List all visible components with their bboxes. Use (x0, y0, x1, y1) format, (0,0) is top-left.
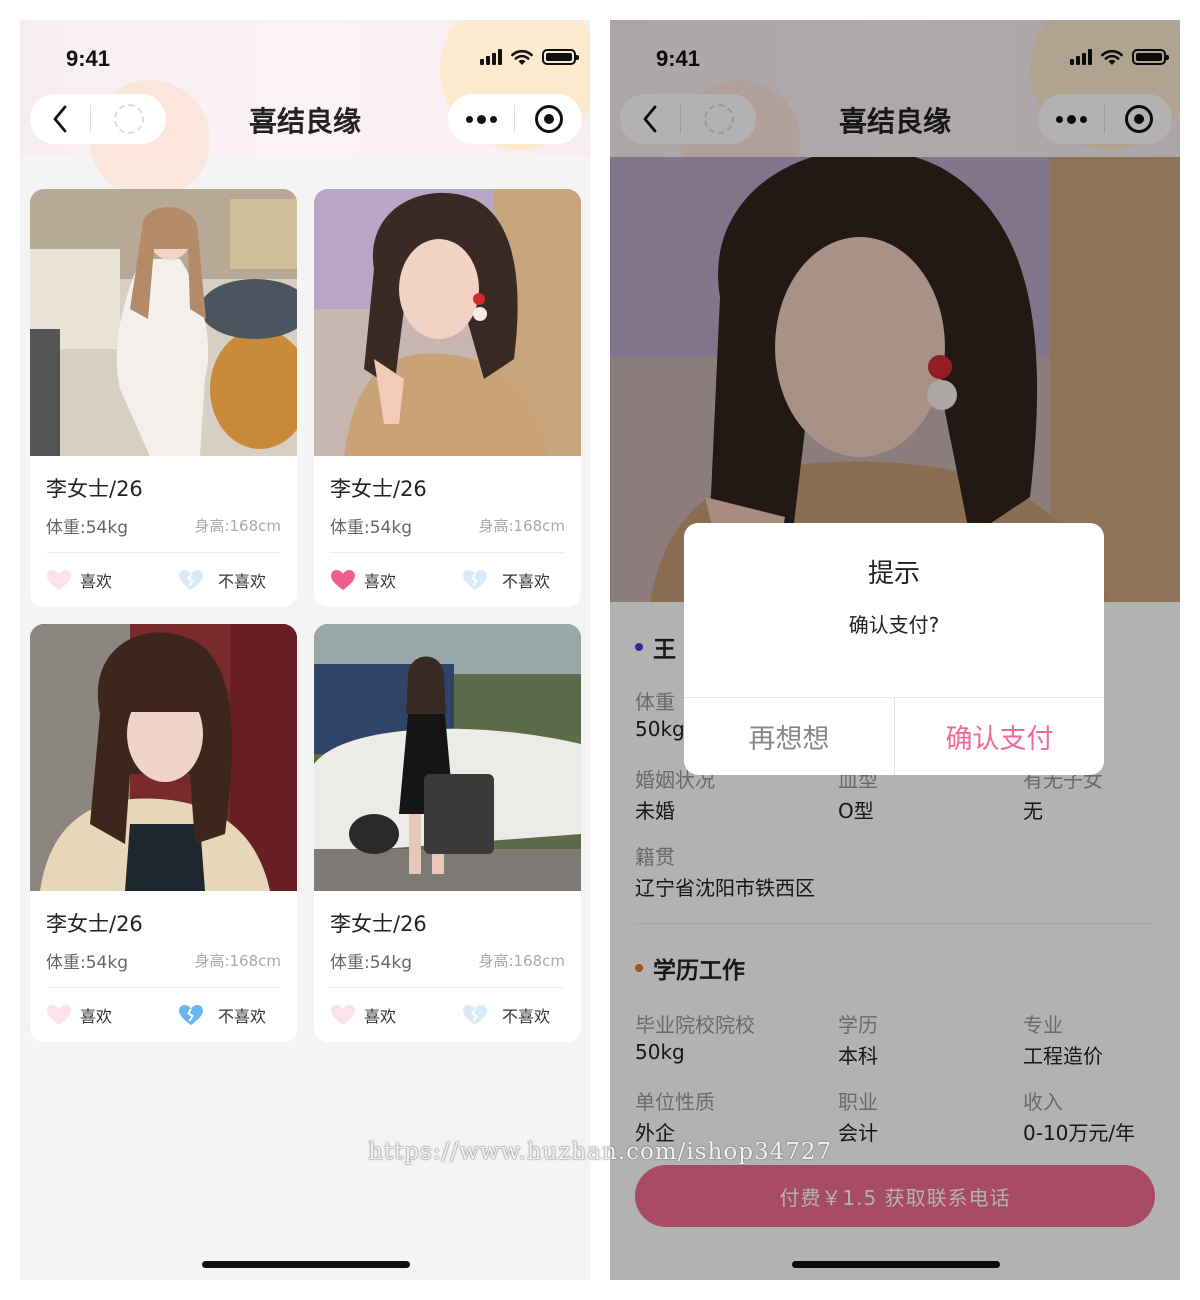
confirm-dialog: 提示 确认支付? 再想想 确认支付 (684, 523, 1104, 775)
dislike-button[interactable]: 不喜欢 (462, 1003, 550, 1027)
broken-heart-icon (463, 1005, 487, 1025)
profile-weight: 体重:54kg (46, 518, 128, 538)
dislike-button[interactable]: 不喜欢 (178, 568, 266, 592)
broken-heart-icon (179, 1005, 203, 1025)
dialog-cancel-button[interactable]: 再想想 (684, 697, 894, 775)
like-label: 喜欢 (80, 572, 113, 591)
profile-height: 身高:168cm (194, 952, 281, 970)
profile-height: 身高:168cm (194, 517, 281, 535)
like-label: 喜欢 (80, 1007, 113, 1026)
profile-card[interactable]: 李女士/26 体重:54kg 身高:168cm 喜欢 不喜欢 (30, 624, 297, 1042)
like-label: 喜欢 (364, 572, 397, 591)
home-indicator (202, 1261, 410, 1268)
loading-circle-icon (113, 104, 144, 134)
top-bar: 9:41 喜结良缘 (20, 20, 590, 200)
profile-card[interactable]: 李女士/26 体重:54kg 身高:168cm 喜欢 不喜欢 (314, 189, 581, 607)
dislike-button[interactable]: 不喜欢 (462, 568, 550, 592)
back-button[interactable] (30, 94, 90, 144)
profile-name: 李女士/26 (46, 477, 143, 501)
target-icon (534, 105, 563, 133)
heart-icon (331, 570, 355, 590)
profile-name: 李女士/26 (330, 477, 427, 501)
battery-icon (542, 49, 579, 65)
nav-capsule-right (448, 94, 582, 144)
close-miniprogram-button[interactable] (515, 105, 582, 133)
like-button[interactable]: 喜欢 (330, 1003, 396, 1027)
profile-card[interactable]: 李女士/26 体重:54kg 身高:168cm 喜欢 不喜欢 (30, 189, 297, 607)
chevron-left-icon (53, 105, 67, 133)
profile-weight: 体重:54kg (330, 518, 412, 538)
dislike-label: 不喜欢 (218, 1007, 267, 1026)
profile-photo (314, 624, 581, 891)
dialog-title: 提示 (867, 559, 920, 589)
heart-icon (47, 570, 71, 590)
nav-capsule-left (30, 94, 166, 144)
dialog-confirm-button[interactable]: 确认支付 (895, 697, 1104, 775)
profile-photo (314, 189, 581, 456)
broken-heart-icon (463, 570, 487, 590)
broken-heart-icon (179, 570, 203, 590)
like-button[interactable]: 喜欢 (330, 568, 396, 592)
list-screen: 9:41 喜结良缘 李女士/26 体重:54kg 身高:168cm 喜欢 不喜欢… (20, 20, 590, 1280)
watermark-text: https://www.huzhan.com/ishop34727 (368, 1139, 833, 1165)
heart-icon (47, 1005, 71, 1025)
dislike-label: 不喜欢 (502, 1007, 551, 1026)
like-label: 喜欢 (364, 1007, 397, 1026)
profile-photo (30, 189, 297, 456)
profile-weight: 体重:54kg (46, 953, 128, 973)
profile-photo (30, 624, 297, 891)
profile-height: 身高:168cm (478, 517, 565, 535)
dislike-label: 不喜欢 (218, 572, 267, 591)
profile-weight: 体重:54kg (330, 953, 412, 973)
status-icons (480, 46, 579, 68)
dislike-button[interactable]: 不喜欢 (178, 1003, 266, 1027)
dialog-message: 确认支付? (848, 613, 940, 637)
like-button[interactable]: 喜欢 (46, 1003, 112, 1027)
status-time: 9:41 (66, 46, 111, 71)
home-button[interactable] (91, 104, 166, 134)
dislike-label: 不喜欢 (502, 572, 551, 591)
profile-card[interactable]: 李女士/26 体重:54kg 身高:168cm 喜欢 不喜欢 (314, 624, 581, 1042)
like-button[interactable]: 喜欢 (46, 568, 112, 592)
wifi-icon (511, 49, 533, 65)
profile-name: 李女士/26 (330, 912, 427, 936)
profile-height: 身高:168cm (478, 952, 565, 970)
detail-screen: 9:41 喜结良缘 王 体重 50kg 婚姻状况 未婚 血型 O型 有无子女 无… (610, 20, 1180, 1280)
heart-icon (331, 1005, 355, 1025)
more-button[interactable] (448, 114, 514, 124)
signal-icon (480, 49, 502, 65)
profile-name: 李女士/26 (46, 912, 143, 936)
